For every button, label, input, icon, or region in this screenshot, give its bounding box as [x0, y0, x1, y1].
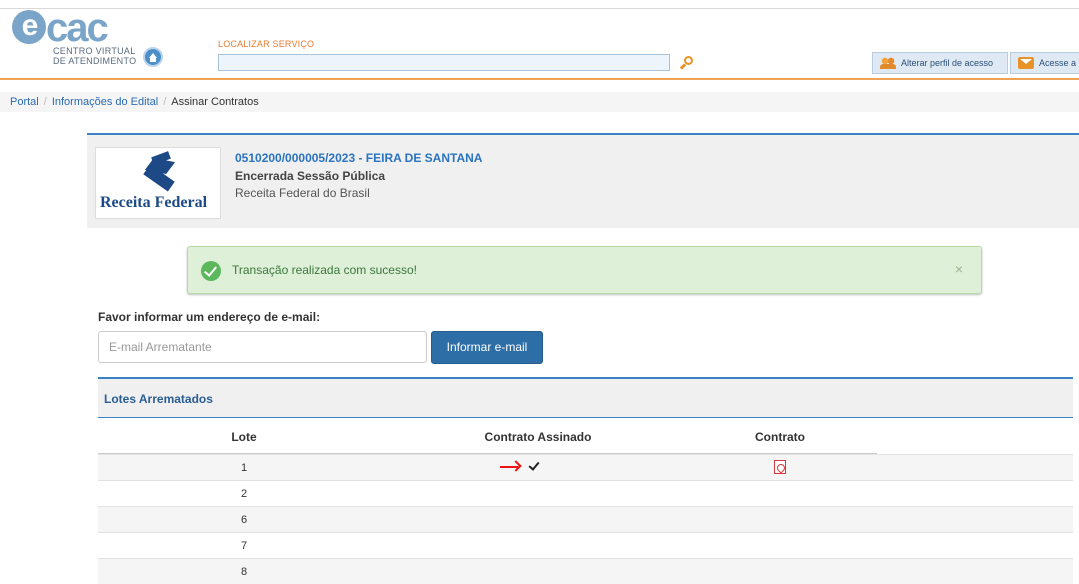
logo-subtitle-1: CENTRO VIRTUAL: [53, 46, 136, 56]
search-input[interactable]: [218, 54, 670, 71]
pdf-icon[interactable]: [774, 460, 786, 474]
table-header-row: Lote Contrato Assinado Contrato: [98, 425, 1073, 454]
table-row: 2: [98, 480, 1073, 506]
breadcrumb-separator: /: [163, 96, 167, 108]
search-icon[interactable]: [679, 56, 694, 70]
table-row: 8: [98, 558, 1073, 584]
email-field[interactable]: [98, 331, 427, 363]
column-header-contrato-assinado: Contrato Assinado: [484, 430, 592, 444]
header-divider: [0, 8, 1079, 9]
lote-number: 6: [240, 514, 248, 526]
receita-federal-logo: Receita Federal: [95, 147, 221, 219]
lotes-panel-header: Lotes Arrematados: [98, 377, 1073, 418]
edital-organization: Receita Federal do Brasil: [235, 186, 370, 200]
lote-number: 2: [240, 488, 248, 500]
lotes-panel-title: Lotes Arrematados: [104, 392, 213, 406]
logo-subtitle-2: DE ATENDIMENTO: [53, 56, 137, 66]
arrow-head: [510, 460, 522, 472]
check-circle-icon: [201, 261, 221, 281]
table-row: 1: [98, 454, 1073, 480]
ecac-logo-text: cac: [46, 6, 109, 50]
table-row: 6: [98, 506, 1073, 532]
column-header-lote: Lote: [231, 430, 257, 444]
column-header-contrato: Contrato: [755, 430, 805, 444]
success-alert: Transação realizada com sucesso! ×: [187, 246, 982, 294]
arrow-right-icon: [500, 460, 522, 474]
access-messages-button[interactable]: Acesse a: [1010, 52, 1079, 74]
receita-federal-emblem-icon: [140, 151, 180, 194]
breadcrumb: Portal / Informações do Edital / Assinar Con…: [0, 92, 1079, 112]
users-icon: [880, 57, 896, 69]
breadcrumb-separator: /: [43, 96, 47, 108]
home-icon[interactable]: [143, 47, 163, 67]
receita-federal-logo-text: Receita Federal: [100, 194, 208, 211]
mail-icon: [1018, 57, 1034, 69]
change-profile-button[interactable]: Alterar perfil de acesso: [872, 52, 1008, 74]
ecac-logo[interactable]: e cac CENTRO VIRTUAL DE ATENDIMENTO: [8, 6, 138, 68]
search-icon-handle: [679, 63, 687, 70]
close-icon[interactable]: ×: [955, 261, 963, 277]
breadcrumb-portal[interactable]: Portal: [10, 96, 39, 108]
table-row: 7: [98, 532, 1073, 558]
check-icon: [528, 460, 540, 472]
ecac-e-icon: e: [12, 10, 46, 44]
edital-title: 0510200/000005/2023 - FEIRA DE SANTANA: [235, 151, 483, 165]
top-header: e cac CENTRO VIRTUAL DE ATENDIMENTO LOCAL…: [0, 0, 1079, 80]
lote-number: 7: [240, 540, 248, 552]
ecac-logo-mark: e cac: [12, 6, 109, 50]
edital-status: Encerrada Sessão Pública: [235, 169, 386, 183]
access-messages-label: Acesse a: [1039, 58, 1077, 68]
lote-number: 1: [240, 462, 248, 474]
lote-number: 8: [240, 566, 248, 578]
breadcrumb-edital-info[interactable]: Informações do Edital: [52, 96, 158, 108]
change-profile-label: Alterar perfil de acesso: [901, 58, 994, 68]
success-message: Transação realizada com sucesso!: [232, 263, 417, 277]
breadcrumb-current: Assinar Contratos: [171, 96, 259, 108]
email-label: Favor informar um endereço de e-mail:: [98, 310, 321, 324]
edital-info-panel: Receita Federal 0510200/000005/2023 - FE…: [87, 133, 1079, 228]
search-label: LOCALIZAR SERVIÇO: [218, 39, 315, 49]
submit-email-button[interactable]: Informar e-mail: [431, 331, 543, 364]
